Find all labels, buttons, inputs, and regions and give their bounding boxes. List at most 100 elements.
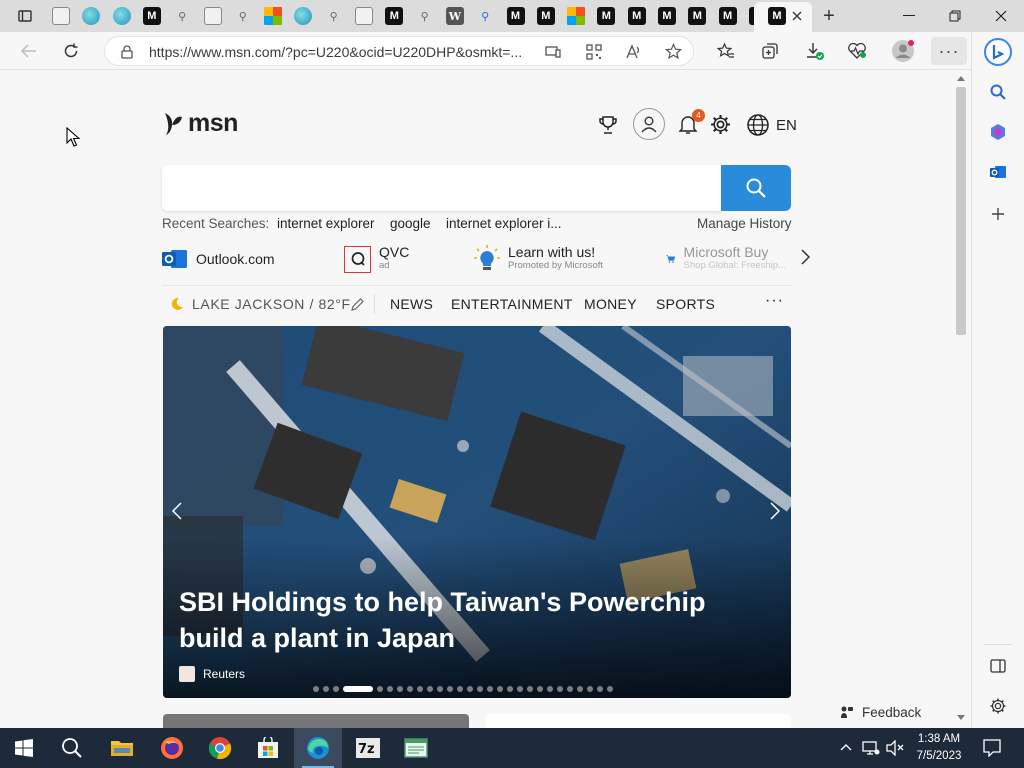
notifications-button[interactable]: 4 [679, 109, 705, 135]
bing-chat-button[interactable] [982, 36, 1014, 68]
carousel-dot[interactable] [333, 686, 339, 692]
hero-next-button[interactable] [761, 494, 789, 528]
carousel-dot[interactable] [377, 686, 383, 692]
sidebar-add-button[interactable] [984, 200, 1012, 228]
browser-tab[interactable]: M [715, 4, 741, 28]
minimize-button[interactable] [886, 0, 932, 32]
taskbar-search-button[interactable] [48, 728, 96, 768]
refresh-button[interactable] [56, 37, 86, 65]
msn-search-input[interactable] [162, 165, 722, 211]
recent-search-item[interactable]: internet explorer i... [446, 216, 562, 231]
browser-tab[interactable]: ⚲ [321, 4, 347, 28]
show-hidden-icons-icon[interactable] [840, 743, 852, 751]
browser-tab[interactable]: M [381, 4, 407, 28]
browser-tab[interactable]: M [684, 4, 710, 28]
browser-tab[interactable]: M [503, 4, 529, 28]
action-center-button[interactable] [972, 728, 1012, 768]
recent-search-item[interactable]: internet explorer [277, 216, 375, 231]
start-button[interactable] [0, 728, 48, 768]
browser-tab[interactable]: ⚲ [169, 4, 195, 28]
browser-tab[interactable] [563, 4, 589, 28]
carousel-dot[interactable] [477, 686, 483, 692]
favorites-button[interactable] [711, 37, 741, 65]
browser-tab[interactable]: M [139, 4, 165, 28]
taskbar-store[interactable] [244, 728, 292, 768]
carousel-dot[interactable] [527, 686, 533, 692]
address-bar[interactable]: https://www.msn.com/?pc=U220&ocid=U220DH… [104, 36, 694, 66]
read-aloud-icon[interactable] [625, 44, 641, 60]
back-button[interactable] [14, 37, 44, 65]
close-tab-button[interactable] [784, 4, 810, 28]
quick-links-next-button[interactable] [800, 249, 810, 265]
system-clock[interactable]: 1:38 AM 7/5/2023 [908, 731, 970, 765]
network-icon[interactable] [862, 740, 880, 756]
downloads-button[interactable] [800, 37, 830, 65]
hero-source[interactable]: Reuters [179, 666, 245, 682]
scrollbar-thumb[interactable] [956, 87, 966, 335]
browser-tab[interactable]: M [654, 4, 680, 28]
nav-news[interactable]: NEWS [390, 296, 433, 312]
collections-button[interactable] [755, 37, 785, 65]
carousel-dot[interactable] [437, 686, 443, 692]
browser-tab[interactable] [78, 4, 104, 28]
carousel-dot[interactable] [467, 686, 473, 692]
browser-tab[interactable]: W [442, 4, 468, 28]
sidebar-hide-button[interactable] [984, 652, 1012, 680]
browser-tab[interactable] [48, 4, 74, 28]
sidebar-office-button[interactable] [984, 118, 1012, 146]
sidebar-settings-button[interactable] [984, 692, 1012, 720]
pencil-icon[interactable] [350, 297, 365, 312]
browser-tab[interactable] [200, 4, 226, 28]
page-scrollbar[interactable] [952, 71, 970, 727]
hero-headline[interactable]: SBI Holdings to help Taiwan's Powerchip … [179, 584, 769, 656]
carousel-dot[interactable] [407, 686, 413, 692]
browser-tab[interactable]: M [593, 4, 619, 28]
browser-tab[interactable]: M [624, 4, 650, 28]
browser-tab[interactable]: M [533, 4, 559, 28]
browser-tab[interactable] [351, 4, 377, 28]
carousel-dot[interactable] [597, 686, 603, 692]
restore-button[interactable] [932, 0, 978, 32]
profile-button[interactable] [888, 37, 918, 65]
hero-carousel[interactable]: SBI Holdings to help Taiwan's Powerchip … [163, 326, 791, 698]
browser-tab[interactable] [260, 4, 286, 28]
taskbar-7zip[interactable]: 7z [344, 728, 392, 768]
taskbar-firefox[interactable] [148, 728, 196, 768]
browser-tab[interactable] [290, 4, 316, 28]
carousel-dot[interactable] [557, 686, 563, 692]
qr-code-icon[interactable] [586, 44, 602, 60]
carousel-dot[interactable] [397, 686, 403, 692]
volume-muted-icon[interactable] [886, 740, 904, 756]
carousel-dot[interactable] [507, 686, 513, 692]
browser-tab[interactable]: ⚲ [412, 4, 438, 28]
new-tab-button[interactable]: + [816, 4, 842, 28]
favorite-star-icon[interactable] [665, 43, 682, 60]
nav-entertainment[interactable]: ENTERTAINMENT [451, 296, 573, 312]
taskbar-chrome[interactable] [196, 728, 244, 768]
carousel-dot[interactable] [517, 686, 523, 692]
carousel-dot[interactable] [587, 686, 593, 692]
msn-logo[interactable]: msn [162, 109, 238, 138]
rewards-button[interactable] [598, 115, 618, 135]
nav-sports[interactable]: SPORTS [656, 296, 715, 312]
browser-tab[interactable]: ⚲ [230, 4, 256, 28]
weather-location[interactable]: LAKE JACKSON / 82°F [192, 296, 351, 312]
tab-actions-button[interactable] [12, 4, 38, 28]
carousel-dot[interactable] [343, 686, 373, 692]
settings-menu-button[interactable]: ··· [931, 37, 967, 65]
carousel-dot[interactable] [323, 686, 329, 692]
carousel-dot[interactable] [427, 686, 433, 692]
msn-settings-button[interactable] [710, 114, 731, 135]
feedback-button[interactable]: Feedback [828, 698, 934, 726]
carousel-dot[interactable] [313, 686, 319, 692]
taskbar-edge[interactable] [294, 728, 342, 768]
carousel-dot[interactable] [607, 686, 613, 692]
browser-tab[interactable]: ⚲ [472, 4, 498, 28]
sidebar-search-button[interactable] [984, 78, 1012, 106]
carousel-dot[interactable] [537, 686, 543, 692]
browser-essentials-button[interactable] [842, 37, 872, 65]
quick-link-learn[interactable]: Learn with us! Promoted by Microsoft [474, 243, 603, 275]
carousel-dot[interactable] [447, 686, 453, 692]
nav-more-button[interactable]: ··· [765, 292, 784, 310]
carousel-dot[interactable] [497, 686, 503, 692]
